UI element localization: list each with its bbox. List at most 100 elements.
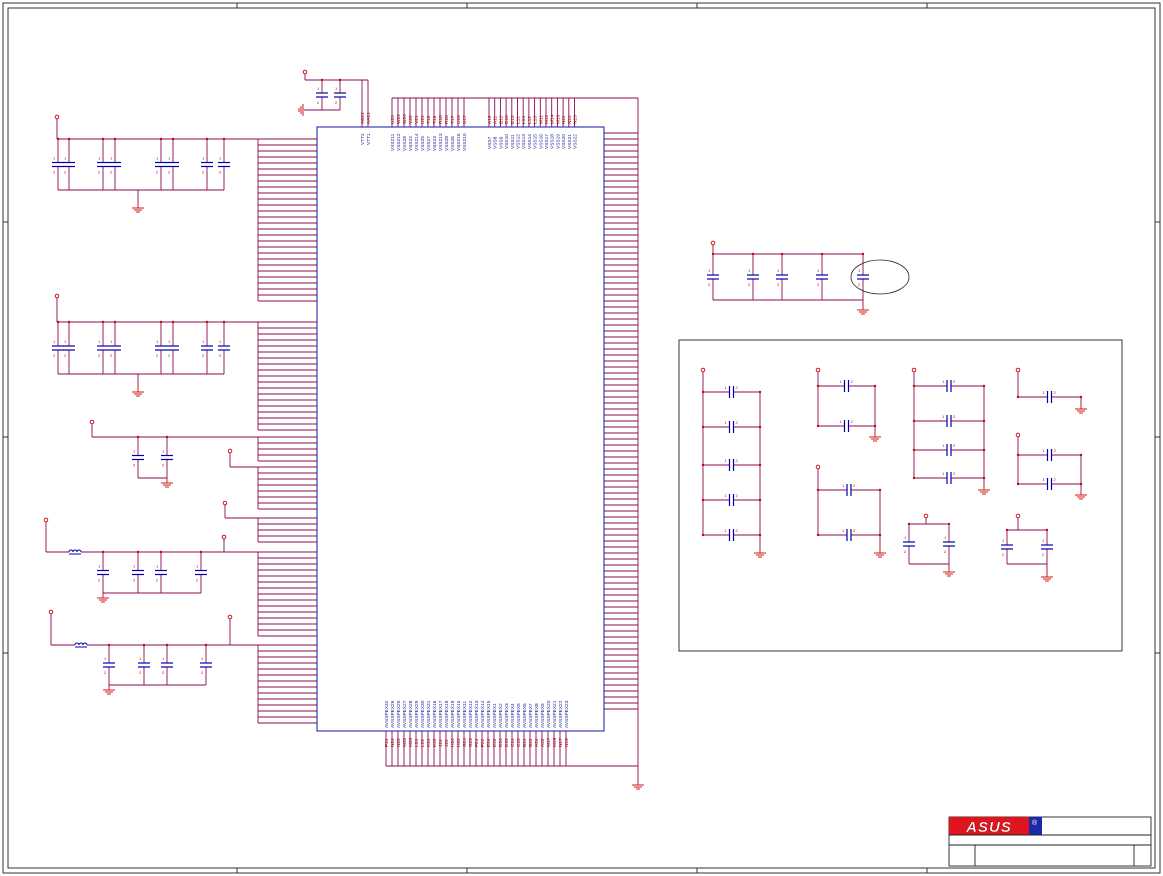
power-symbol-circle [54,114,60,120]
capacitor-pin-label: 2 [53,353,56,358]
capacitor: 12 [132,437,144,478]
power-symbol [54,293,60,299]
ground-symbol [943,567,955,577]
capacitor: 12 [63,322,75,374]
pin-number-label: D24 [498,738,504,747]
capacitor-pin-label: 2 [748,282,751,287]
pin-number-label: M11 [538,115,544,124]
capacitor-pin-label: 1 [1042,538,1045,543]
capacitor: 12 [1018,390,1081,403]
capacitor-pin-label: 1 [777,268,780,273]
capacitor: 12 [1001,530,1013,564]
pin-name-label: VSS14 [527,134,533,149]
capacitor-pin-label: 2 [162,670,165,675]
junction-dot [816,533,820,537]
junction-dot [912,476,916,480]
pin-number-label: U21 [420,115,426,124]
capacitor: 12 [914,471,984,484]
capacitor: 12 [155,322,167,374]
power-symbol [43,517,49,523]
pin-number-label: V20 [408,115,414,124]
capacitor: 12 [776,254,788,300]
pin-number-label: D22 [504,738,510,747]
power-symbol [815,367,821,373]
capacitor-pin-label: 1 [725,458,728,463]
junction-dot [199,550,203,554]
junction-dot [701,498,705,502]
junction-dot [1016,453,1020,457]
ferrite-bead-coil [74,642,88,646]
junction-dot [338,78,342,82]
capacitor: 12 [109,139,121,190]
pin-name-label: AVSSPEX11 [462,701,468,728]
pin-number-label: B12 [498,115,504,124]
capacitor: 12 [109,322,121,374]
capacitor-pin-label: 2 [110,170,113,175]
pin-name-label: VSS23 [432,136,438,151]
power-symbol-circle [1015,432,1021,438]
pin-name-label: VSS20 [561,134,567,149]
power-symbol [815,464,821,470]
capacitor-pin-label: 2 [1002,552,1005,557]
pin-name-label: VSS16 [538,134,544,149]
pin-number-label: M22 [402,737,408,747]
zone-ticks [3,3,1160,873]
capacitor: 12 [200,645,212,685]
capacitor-pin-label: 2 [851,419,854,424]
capacitor-pin-label: 1 [139,656,142,661]
capacitor-pin-label: 2 [64,353,67,358]
capacitor-pin-label: 2 [196,578,199,583]
junction-dot [142,643,146,647]
pin-name-label: VSS21 [567,134,573,149]
pin-name-label: AVSSPEX5 [516,703,522,728]
capacitor-pin-label: 2 [777,282,780,287]
pin-name-label: AVSSPEX20 [546,700,552,728]
pin-name-label: VSS11 [510,134,516,149]
capacitor: 12 [903,524,915,564]
junction-dot [701,425,705,429]
power-symbol [710,240,716,246]
capacitor-pin-label: 2 [851,379,854,384]
junction-dot [701,390,705,394]
capacitor: 12 [52,322,64,374]
junction-dot [222,320,226,324]
junction-dot [107,643,111,647]
pin-name-label: AVSSPEX18 [444,700,450,728]
capacitor: 12 [161,437,173,478]
pin-number-label: M20 [408,737,414,747]
capacitor: 12 [132,552,144,593]
capacitor-pin-label: 1 [156,564,159,569]
junction-dot [165,643,169,647]
pin-name-label: AVSSPEX17 [438,700,444,728]
capacitor-pin-label: 2 [156,353,159,358]
capacitor-pin-label: 1 [202,156,205,161]
capacitor-pin-label: 1 [219,156,222,161]
capacitor: 12 [218,139,230,190]
pin-number-label: L11 [516,116,522,124]
capacitor-pin-label: 1 [156,156,159,161]
pin-name-label: AVSSPEX8 [534,703,540,728]
junction-dot [101,550,105,554]
capacitor-pin-label: 1 [168,339,171,344]
capacitor-pin-label: 1 [98,339,101,344]
junction-dot [912,448,916,452]
ground-symbol [1041,572,1053,582]
capacitor-pin-label: 2 [219,353,222,358]
capacitor: 12 [914,443,984,456]
capacitor-pin-label: 2 [736,420,739,425]
power-symbol [1015,513,1021,519]
capacitor: 12 [914,379,984,392]
power-symbol [222,500,228,506]
capacitor: 12 [103,645,115,685]
capacitor-pin-label: 2 [317,100,320,105]
pin-name-label: AVSSPEX32 [384,700,390,728]
capacitor: 12 [747,254,759,300]
capacitor-pin-label: 1 [64,339,67,344]
pin-name-label: AVSSPEX31 [426,700,432,728]
capacitor-pin-label: 2 [156,170,159,175]
pin-name-label: VTT2 [360,133,366,145]
capacitor: 12 [167,322,179,374]
pin-name-label: AVSSPEX28 [408,700,414,728]
junction-dot [171,137,175,141]
pin-number-label: M13 [555,114,561,124]
